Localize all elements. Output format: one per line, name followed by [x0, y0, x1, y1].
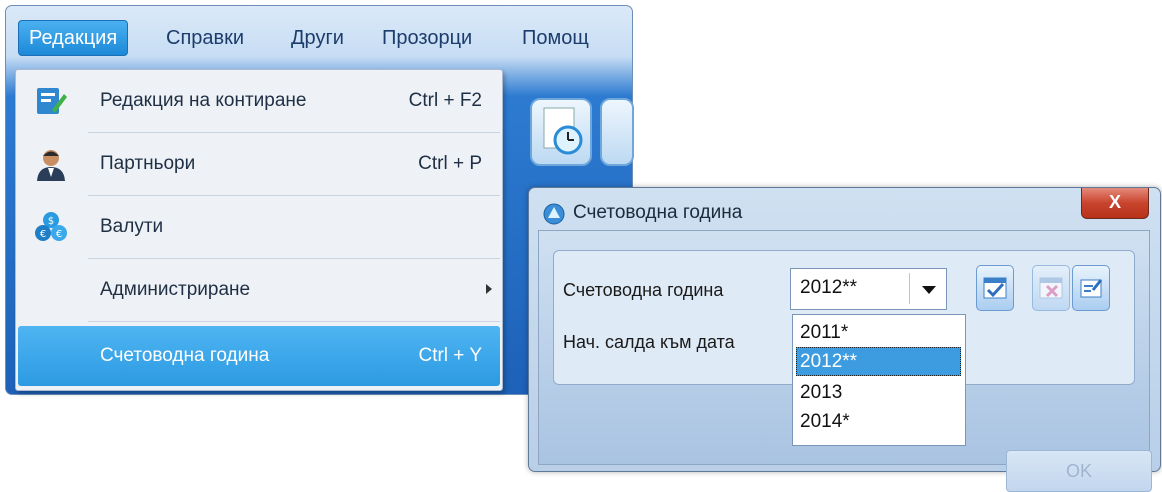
calendar-delete-icon [1039, 277, 1063, 299]
edit-year-button[interactable] [1072, 265, 1110, 311]
svg-text:€: € [56, 229, 62, 240]
menu-item-currencies[interactable]: $ € € Валути [16, 196, 502, 258]
menu-item-label: Счетоводна година [100, 345, 270, 366]
toolbar-partial-icon[interactable] [600, 98, 634, 166]
menu-edit[interactable]: Редакция [18, 20, 129, 56]
close-button[interactable]: X [1081, 188, 1149, 219]
calendar-check-icon [983, 277, 1007, 299]
edit-icon [1080, 279, 1103, 298]
year-option[interactable]: 2011* [796, 318, 961, 347]
menu-item-label: Администриране [100, 279, 251, 300]
menu-item-label: Валути [100, 216, 164, 237]
year-options-list[interactable]: 2011* 2012** 2013 2014* [792, 314, 966, 446]
menu-item-posting-edit[interactable]: Редакция на контиране Ctrl + F2 [16, 70, 502, 132]
menu-bar: Редакция Справки Други Прозорци Помощ [10, 11, 628, 57]
menu-item-administration[interactable]: Администриране [16, 259, 502, 321]
coins-icon: $ € € [34, 210, 68, 244]
menu-other[interactable]: Други [291, 21, 344, 55]
person-icon [34, 147, 68, 181]
year-option[interactable]: 2013 [796, 378, 961, 407]
confirm-year-button[interactable] [976, 265, 1014, 311]
fiscal-year-dialog: Счетоводна година X OK Счетоводна година… [528, 187, 1161, 492]
dialog-title: Счетоводна година [573, 202, 743, 223]
ok-button[interactable]: OK [1006, 450, 1152, 492]
menu-help[interactable]: Помощ [522, 21, 589, 55]
chevron-down-icon[interactable] [922, 286, 936, 294]
svg-text:€: € [40, 229, 46, 240]
app-icon [543, 203, 565, 225]
clock-document-icon[interactable] [530, 98, 592, 166]
year-option[interactable]: 2014* [796, 407, 961, 436]
menu-item-partners[interactable]: Партньори Ctrl + P [16, 133, 502, 195]
combo-divider [909, 273, 910, 304]
menu-item-shortcut: Ctrl + Y [418, 345, 482, 366]
menu-windows[interactable]: Прозорци [382, 21, 472, 55]
opening-balance-label: Нач. салда към дата [563, 332, 735, 352]
menu-item-fiscal-year[interactable]: Счетоводна година Ctrl + Y [18, 326, 500, 386]
menu-item-shortcut: Ctrl + F2 [408, 90, 482, 111]
menu-item-label: Редакция на контиране [100, 90, 307, 111]
fiscal-year-label: Счетоводна година [563, 280, 724, 300]
combo-value: 2012** [800, 277, 858, 298]
edit-dropdown-menu: Редакция на контиране Ctrl + F2 Партньор… [15, 69, 503, 391]
edit-document-icon [34, 84, 68, 118]
delete-year-button[interactable] [1032, 265, 1070, 311]
menu-item-label: Партньори [100, 153, 196, 174]
submenu-arrow-icon [486, 284, 492, 294]
year-option-selected[interactable]: 2012** [796, 347, 961, 376]
fiscal-year-combobox[interactable]: 2012** [790, 268, 947, 310]
svg-text:$: $ [48, 216, 54, 227]
menu-reports[interactable]: Справки [166, 21, 244, 55]
menu-separator [88, 321, 500, 322]
menu-item-shortcut: Ctrl + P [418, 153, 482, 174]
